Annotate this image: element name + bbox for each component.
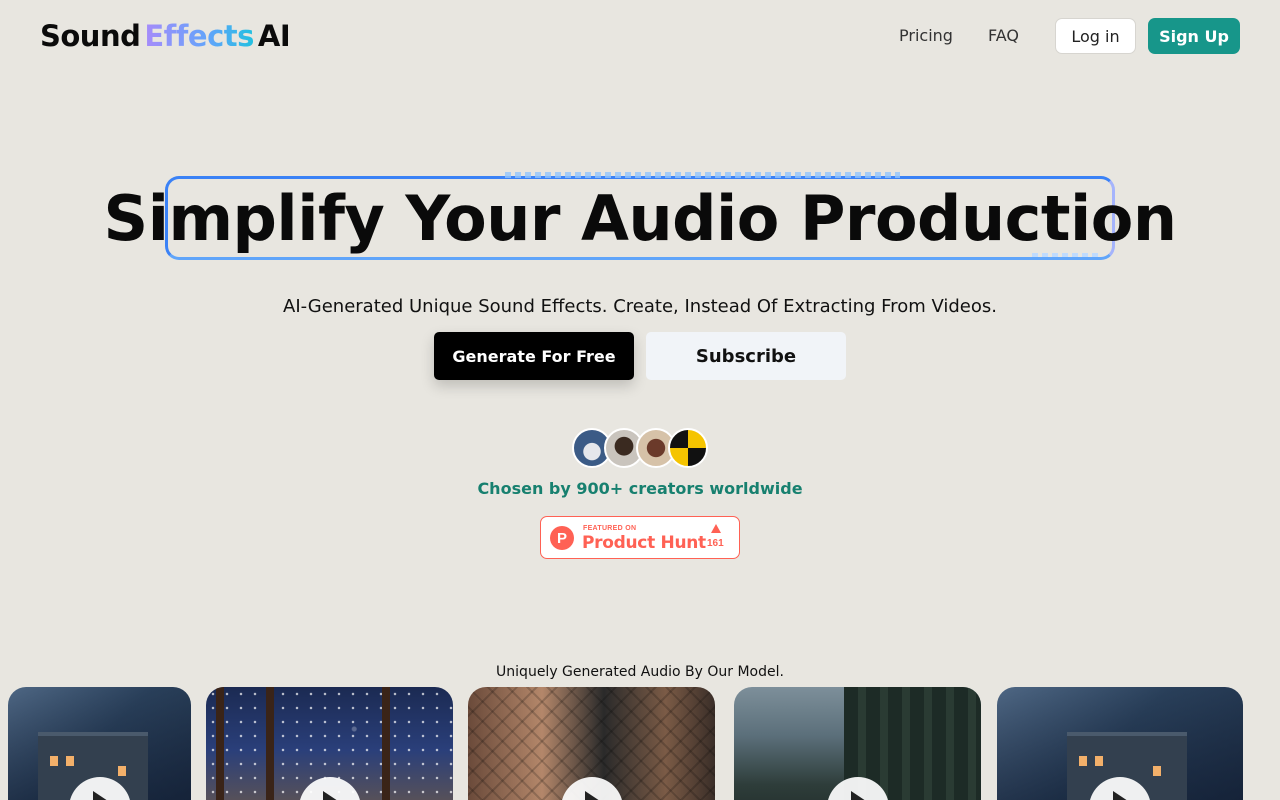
audio-sample-card[interactable] — [997, 687, 1243, 800]
product-hunt-featured-label: FEATURED ON — [583, 525, 637, 532]
nav-faq-link[interactable]: FAQ — [988, 26, 1019, 45]
logo-word-sound: Sound — [40, 19, 141, 53]
gallery-caption: Uniquely Generated Audio By Our Model. — [496, 664, 784, 680]
hero-subtitle: AI-Generated Unique Sound Effects. Creat… — [283, 296, 997, 317]
audio-sample-card[interactable] — [734, 687, 981, 800]
audio-sample-card[interactable] — [8, 687, 191, 800]
audio-sample-card[interactable] — [468, 687, 715, 800]
logo-word-effects: Effects — [144, 19, 254, 53]
product-hunt-badge[interactable]: P FEATURED ON Product Hunt 161 — [540, 516, 740, 559]
product-hunt-logo-icon: P — [550, 526, 574, 550]
upvote-arrow-icon — [711, 524, 721, 533]
site-header: Sound Effects AI Pricing FAQ Log in Sign U… — [0, 0, 1280, 72]
logo[interactable]: Sound Effects AI — [40, 18, 291, 54]
creator-avatars — [572, 428, 712, 468]
avatar — [668, 428, 708, 468]
generate-for-free-button[interactable]: Generate For Free — [434, 332, 634, 380]
login-button[interactable]: Log in — [1055, 18, 1136, 54]
subscribe-button[interactable]: Subscribe — [646, 332, 846, 380]
nav-pricing-link[interactable]: Pricing — [899, 26, 953, 45]
product-hunt-name: Product Hunt — [582, 533, 706, 553]
logo-word-ai: AI — [257, 19, 291, 53]
social-proof-text: Chosen by 900+ creators worldwide — [477, 479, 803, 498]
signup-button[interactable]: Sign Up — [1148, 18, 1240, 54]
hero-title: Simplify Your Audio Production — [103, 181, 1177, 255]
product-hunt-upvote-count: 161 — [707, 538, 724, 549]
audio-sample-card[interactable] — [206, 687, 453, 800]
